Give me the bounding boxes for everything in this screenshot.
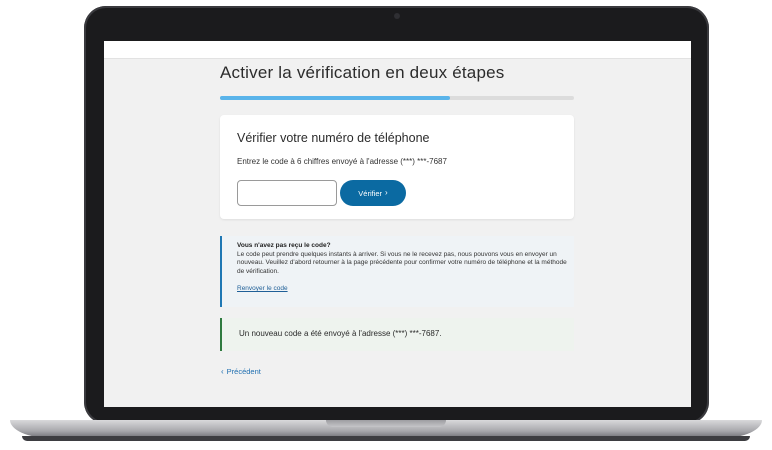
back-link-label: Précédent bbox=[226, 367, 261, 376]
resend-code-link[interactable]: Renvoyer le code bbox=[237, 285, 288, 292]
progress-bar bbox=[220, 96, 574, 100]
chevron-right-icon: › bbox=[385, 188, 388, 197]
progress-bar-fill bbox=[220, 96, 451, 100]
verify-button-label: Vérifier bbox=[358, 188, 383, 198]
info-body: Le code peut prendre quelques instants à… bbox=[237, 251, 567, 275]
back-link[interactable]: ‹ Précédent bbox=[221, 367, 261, 376]
info-title: Vous n'avez pas reçu le code? bbox=[237, 242, 331, 249]
browser-top-bar bbox=[104, 41, 691, 59]
info-box: Vous n'avez pas reçu le code? Le code pe… bbox=[220, 236, 574, 307]
success-message: Un nouveau code a été envoyé à l'adresse… bbox=[239, 329, 442, 338]
success-message-box: Un nouveau code a été envoyé à l'adresse… bbox=[220, 318, 574, 351]
verify-button[interactable]: Vérifier › bbox=[340, 180, 406, 206]
chevron-left-icon: ‹ bbox=[221, 366, 224, 376]
camera-icon bbox=[393, 13, 400, 19]
verification-card: Vérifier votre numéro de téléphone Entre… bbox=[220, 115, 574, 219]
verification-code-input[interactable] bbox=[237, 180, 337, 206]
code-instruction: Entrez le code à 6 chiffres envoyé à l'a… bbox=[237, 157, 447, 166]
laptop-edge bbox=[22, 436, 750, 441]
page-title: Activer la vérification en deux étapes bbox=[220, 63, 505, 82]
laptop-notch bbox=[326, 420, 446, 427]
card-title: Vérifier votre numéro de téléphone bbox=[237, 131, 430, 145]
laptop-screen: Activer la vérification en deux étapes V… bbox=[104, 41, 691, 407]
